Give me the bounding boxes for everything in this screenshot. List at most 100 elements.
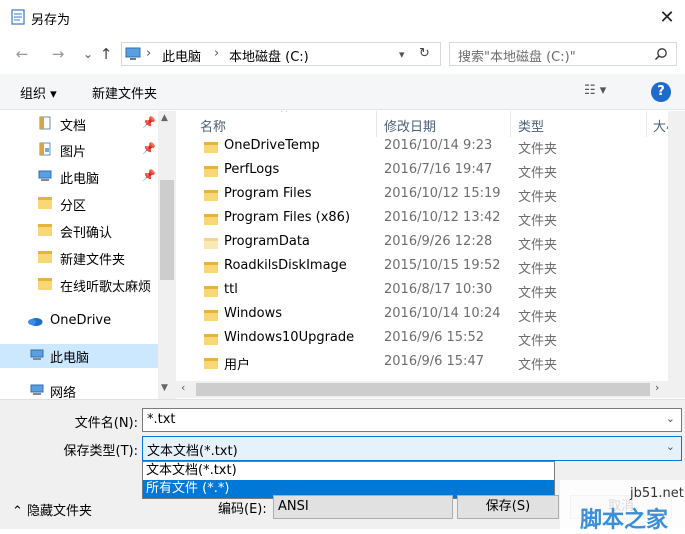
pin-icon: 📌 bbox=[142, 116, 156, 129]
sidebar-item-this-pc-quick[interactable]: 此电脑 📌 bbox=[0, 165, 158, 189]
sidebar-item-new-folder[interactable]: 新建文件夹 bbox=[0, 246, 158, 270]
file-type: 文件夹 bbox=[518, 310, 558, 325]
help-button[interactable]: ? bbox=[651, 82, 671, 102]
file-name: RoadkilsDiskImage bbox=[224, 258, 347, 273]
hide-folders-toggle[interactable]: ⌃ 隐藏文件夹 bbox=[12, 500, 92, 519]
up-button[interactable]: ↑ bbox=[96, 44, 116, 64]
scroll-down-arrow-icon[interactable]: ▼ bbox=[161, 383, 168, 393]
folder-icon bbox=[38, 278, 52, 290]
file-list: ^ 名称 修改日期 类型 大小 OneDriveTemp 2016/10/14 9… bbox=[176, 111, 685, 381]
folder-icon bbox=[204, 190, 218, 201]
sidebar-item-label: 分区 bbox=[60, 199, 87, 214]
column-divider[interactable] bbox=[510, 111, 511, 137]
sidebar-item-this-pc[interactable]: 此电脑 bbox=[0, 344, 158, 368]
table-row[interactable]: 用户 2016/9/6 15:47 文件夹 bbox=[176, 351, 646, 375]
file-date: 2016/10/14 9:23 bbox=[384, 138, 493, 153]
navigation-pane: 文档 📌 图片 📌 此电脑 📌 分区 会刊确认 新建文件夹 在线听歌太麻烦 On… bbox=[0, 111, 176, 399]
file-name: ttl bbox=[224, 282, 238, 297]
file-type: 文件夹 bbox=[518, 262, 558, 277]
filetype-value: 文本文档(*.txt) bbox=[147, 444, 238, 459]
scroll-left-arrow-icon[interactable]: ‹ bbox=[181, 381, 185, 394]
organize-button[interactable]: 组织 ▾ bbox=[20, 83, 57, 102]
notepad-icon bbox=[11, 9, 25, 25]
file-date: 2016/9/26 12:28 bbox=[384, 234, 493, 249]
sidebar-item-pictures[interactable]: 图片 📌 bbox=[0, 138, 158, 162]
table-row[interactable]: Windows10Upgrade 2016/9/6 15:52 文件夹 bbox=[176, 327, 646, 351]
scroll-right-arrow-icon[interactable]: › bbox=[655, 381, 659, 394]
table-row[interactable]: OneDriveTemp 2016/10/14 9:23 文件夹 bbox=[176, 135, 646, 159]
filename-field[interactable]: *.txt ⌄ bbox=[142, 408, 682, 432]
pictures-icon bbox=[39, 142, 51, 156]
close-button[interactable]: ✕ bbox=[652, 4, 682, 32]
new-folder-button[interactable]: 新建文件夹 bbox=[92, 83, 157, 102]
breadcrumb-this-pc[interactable]: 此电脑 bbox=[162, 46, 201, 65]
file-date: 2016/8/17 10:30 bbox=[384, 282, 493, 297]
forward-button[interactable]: → bbox=[48, 44, 68, 64]
table-row[interactable]: ProgramData 2016/9/26 12:28 文件夹 bbox=[176, 231, 646, 255]
column-header-name[interactable]: 名称 bbox=[200, 116, 226, 135]
sidebar-item-partition[interactable]: 分区 bbox=[0, 192, 158, 216]
file-name: OneDriveTemp bbox=[224, 138, 320, 153]
scroll-up-arrow-icon[interactable]: ▲ bbox=[161, 113, 168, 123]
horizontal-scroll-thumb[interactable] bbox=[196, 383, 650, 396]
filetype-option[interactable]: 文本文档(*.txt) bbox=[143, 462, 554, 480]
sidebar-item-confirm[interactable]: 会刊确认 bbox=[0, 219, 158, 243]
save-button[interactable]: 保存(S) bbox=[457, 495, 559, 519]
computer-icon bbox=[125, 47, 141, 60]
filename-value: *.txt bbox=[147, 412, 176, 427]
chevron-down-icon[interactable]: ▾ bbox=[399, 48, 405, 61]
folder-icon bbox=[204, 214, 218, 225]
table-row[interactable]: Program Files 2016/10/12 15:19 文件夹 bbox=[176, 183, 646, 207]
table-row[interactable]: Program Files (x86) 2016/10/12 13:42 文件夹 bbox=[176, 207, 646, 231]
folder-icon bbox=[38, 197, 52, 209]
filetype-select[interactable]: 文本文档(*.txt) ⌄ bbox=[142, 436, 682, 461]
sidebar-item-label: 此电脑 bbox=[60, 172, 100, 187]
file-type: 文件夹 bbox=[518, 238, 558, 253]
search-placeholder: 搜索"本地磁盘 (C:)" bbox=[458, 50, 576, 65]
view-options-button[interactable]: ☷ ▾ bbox=[584, 83, 606, 98]
recent-locations-button[interactable]: ⌄ bbox=[78, 44, 98, 64]
encoding-label: 编码(E): bbox=[218, 502, 267, 517]
table-row[interactable]: PerfLogs 2016/7/16 19:47 文件夹 bbox=[176, 159, 646, 183]
file-date: 2016/10/12 15:19 bbox=[384, 186, 501, 201]
sidebar-scroll-thumb[interactable] bbox=[160, 180, 174, 280]
file-date: 2016/9/6 15:47 bbox=[384, 354, 484, 369]
sidebar-item-label: 在线听歌太麻烦 bbox=[60, 280, 152, 295]
sort-indicator-icon: ^ bbox=[280, 111, 289, 119]
file-date: 2016/10/14 10:24 bbox=[384, 306, 501, 321]
encoding-select[interactable]: ANSI bbox=[273, 495, 453, 519]
sidebar-item-documents[interactable]: 文档 📌 bbox=[0, 112, 158, 136]
column-divider[interactable] bbox=[646, 111, 647, 137]
search-icon[interactable] bbox=[654, 47, 668, 61]
column-header-type[interactable]: 类型 bbox=[518, 116, 544, 135]
pin-icon: 📌 bbox=[142, 169, 156, 182]
computer-icon bbox=[38, 170, 52, 181]
column-divider[interactable] bbox=[376, 111, 377, 137]
sidebar-item-onedrive[interactable]: OneDrive bbox=[0, 310, 158, 334]
chevron-down-icon[interactable]: ⌄ bbox=[666, 412, 675, 425]
search-input[interactable]: 搜索"本地磁盘 (C:)" bbox=[449, 42, 677, 66]
table-row[interactable]: Windows 2016/10/14 10:24 文件夹 bbox=[176, 303, 646, 327]
refresh-button[interactable]: ↻ bbox=[419, 46, 430, 61]
column-header-date[interactable]: 修改日期 bbox=[384, 116, 436, 135]
filetype-dropdown-list: 文本文档(*.txt) 所有文件 (*.*) bbox=[142, 461, 555, 499]
table-row[interactable]: RoadkilsDiskImage 2015/10/15 19:52 文件夹 bbox=[176, 255, 646, 279]
folder-icon bbox=[204, 334, 218, 345]
back-button[interactable]: ← bbox=[12, 44, 32, 64]
file-list-vertical-scrollbar[interactable] bbox=[668, 111, 685, 381]
window-title: 另存为 bbox=[31, 13, 71, 28]
sidebar-item-network[interactable]: 网络 bbox=[0, 379, 158, 399]
toolbar: 组织 ▾ 新建文件夹 ☷ ▾ ? bbox=[0, 74, 685, 110]
file-date: 2015/10/15 19:52 bbox=[384, 258, 501, 273]
folder-icon bbox=[204, 262, 218, 273]
breadcrumb-local-disk[interactable]: 本地磁盘 (C:) bbox=[229, 46, 309, 65]
table-row[interactable]: ttl 2016/8/17 10:30 文件夹 bbox=[176, 279, 646, 303]
computer-icon bbox=[30, 349, 44, 360]
chevron-down-icon[interactable]: ⌄ bbox=[666, 440, 675, 453]
title-bar bbox=[0, 0, 685, 36]
sidebar-item-music[interactable]: 在线听歌太麻烦 bbox=[0, 273, 158, 297]
folder-icon bbox=[204, 142, 218, 153]
watermark-site: jb51.net bbox=[630, 486, 684, 501]
address-bar[interactable]: › 此电脑 › 本地磁盘 (C:) ▾ ↻ bbox=[121, 42, 441, 66]
file-date: 2016/10/12 13:42 bbox=[384, 210, 501, 225]
